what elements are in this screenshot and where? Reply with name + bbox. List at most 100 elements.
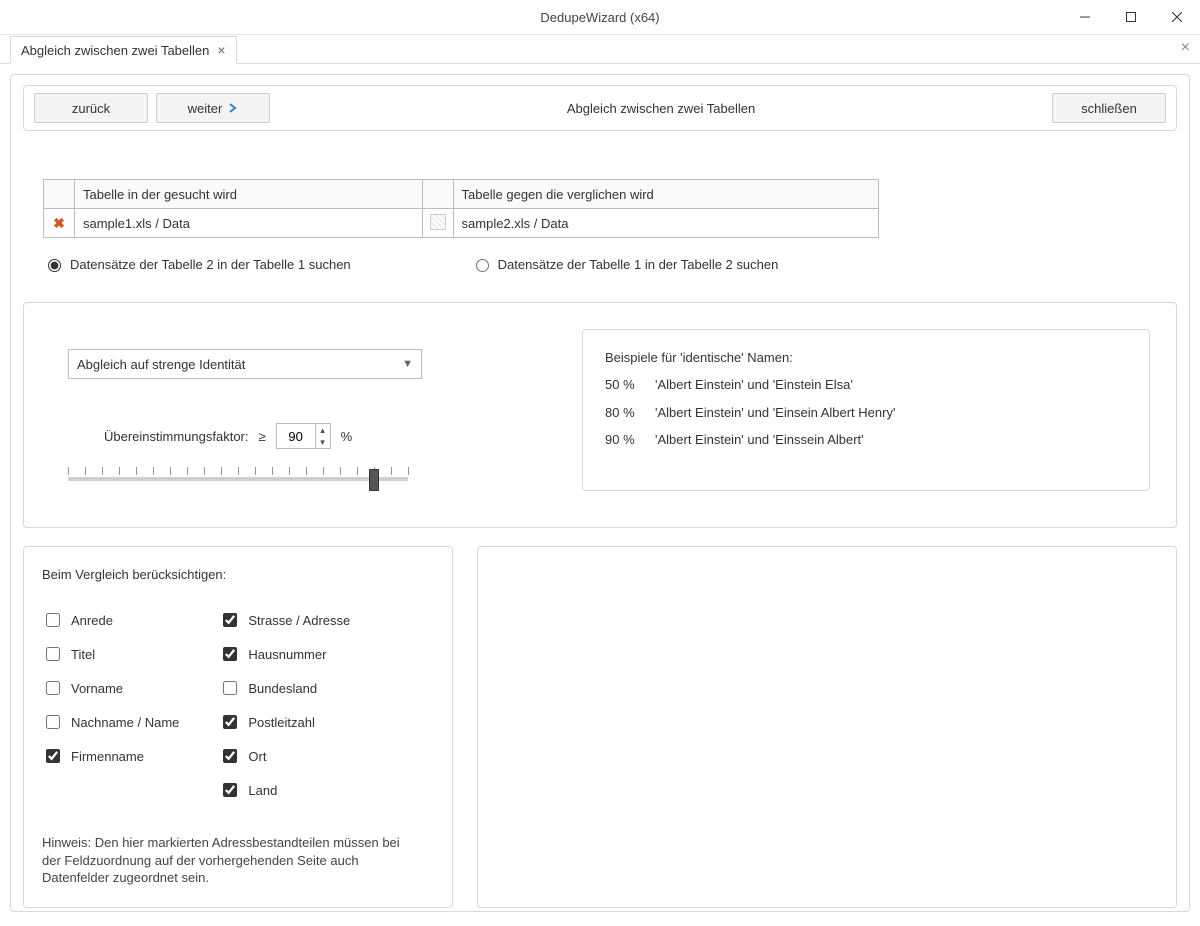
spinner-arrows[interactable]: ▲ ▼	[315, 424, 330, 448]
file2-cell[interactable]: sample2.xls / Data	[453, 209, 878, 238]
radio-search-2-in-1-input[interactable]	[48, 259, 61, 272]
maximize-button[interactable]	[1108, 0, 1154, 34]
checkbox-label: Titel	[71, 647, 95, 662]
checkbox-label: Land	[248, 783, 277, 798]
examples-panel: Beispiele für 'identische' Namen: 50 % '…	[582, 329, 1150, 491]
titlebar: DedupeWizard (x64)	[0, 0, 1200, 35]
checkbox-input[interactable]	[223, 647, 237, 661]
close-button[interactable]	[1154, 0, 1200, 34]
match-factor-op: ≥	[259, 429, 266, 444]
field-checkbox[interactable]: Bundesland	[219, 678, 350, 698]
checkbox-label: Vorname	[71, 681, 123, 696]
search-direction-radios: Datensätze der Tabelle 2 in der Tabelle …	[43, 256, 1157, 272]
back-button[interactable]: zurück	[34, 93, 148, 123]
arrow-down-icon[interactable]: ▼	[316, 436, 330, 448]
field-checkbox[interactable]: Hausnummer	[219, 644, 350, 664]
checkbox-input[interactable]	[46, 715, 60, 729]
checkbox-input[interactable]	[46, 647, 60, 661]
checkbox-label: Ort	[248, 749, 266, 764]
field-checkbox[interactable]: Vorname	[42, 678, 179, 698]
lower-row: Beim Vergleich berücksichtigen: Anrede Ti…	[23, 546, 1177, 908]
main-panel: zurück weiter Abgleich zwischen zwei Tab…	[10, 74, 1190, 912]
chevron-down-icon: ▼	[402, 358, 413, 370]
field-checkbox[interactable]: Strasse / Adresse	[219, 610, 350, 630]
checkbox-label: Anrede	[71, 613, 113, 628]
empty-panel	[477, 546, 1177, 908]
field-checkbox[interactable]: Nachname / Name	[42, 712, 179, 732]
close-icon	[1172, 12, 1182, 22]
example-row: 90 % 'Albert Einstein' und 'Einssein Alb…	[605, 426, 1127, 453]
header-search-in: Tabelle in der gesucht wird	[75, 180, 423, 209]
radio-search-1-in-2[interactable]: Datensätze der Tabelle 1 in der Tabelle …	[471, 256, 779, 272]
checkbox-label: Nachname / Name	[71, 715, 179, 730]
radio-search-1-in-2-input[interactable]	[476, 259, 489, 272]
match-factor-unit: %	[341, 429, 353, 444]
wizard-toolbar: zurück weiter Abgleich zwischen zwei Tab…	[23, 85, 1177, 131]
field-checkbox[interactable]: Anrede	[42, 610, 179, 630]
match-factor-slider[interactable]	[68, 477, 408, 481]
checkbox-label: Strasse / Adresse	[248, 613, 350, 628]
field-checkbox[interactable]: Titel	[42, 644, 179, 664]
example-row: 80 % 'Albert Einstein' und 'Einsein Albe…	[605, 399, 1127, 426]
match-left: Abgleich auf strenge Identität ▼ Überein…	[24, 303, 562, 527]
checkbox-input[interactable]	[223, 681, 237, 695]
close-wizard-button[interactable]: schließen	[1052, 93, 1166, 123]
radio-search-2-in-1[interactable]: Datensätze der Tabelle 2 in der Tabelle …	[43, 256, 351, 272]
header-icon-right	[422, 180, 453, 209]
tab-abgleich[interactable]: Abgleich zwischen zwei Tabellen ×	[10, 36, 237, 64]
checkbox-input[interactable]	[223, 783, 237, 797]
match-factor-label: Übereinstimmungsfaktor:	[104, 429, 249, 444]
checkbox-label: Hausnummer	[248, 647, 326, 662]
tables-section: Tabelle in der gesucht wird Tabelle gege…	[43, 179, 1157, 272]
match-factor-input[interactable]	[277, 429, 315, 444]
checkbox-input[interactable]	[223, 749, 237, 763]
table-row: ✖ sample1.xls / Data sample2.xls / Data	[44, 209, 879, 238]
file1-cell[interactable]: sample1.xls / Data	[75, 209, 423, 238]
checkbox-label: Bundesland	[248, 681, 317, 696]
checkbox-input[interactable]	[223, 715, 237, 729]
checkbox-input[interactable]	[46, 749, 60, 763]
fields-heading: Beim Vergleich berücksichtigen:	[42, 567, 434, 582]
x-icon: ✖	[53, 215, 65, 231]
wizard-step-title: Abgleich zwischen zwei Tabellen	[270, 101, 1052, 116]
header-compare-against: Tabelle gegen die verglichen wird	[453, 180, 878, 209]
tab-close-icon[interactable]: ×	[217, 42, 225, 58]
match-factor-row: Übereinstimmungsfaktor: ≥ ▲ ▼ %	[104, 423, 538, 449]
panel-close-icon[interactable]: ×	[1181, 39, 1190, 57]
remove-row-button[interactable]: ✖	[44, 209, 75, 238]
checkbox-input[interactable]	[223, 613, 237, 627]
tables-grid: Tabelle in der gesucht wird Tabelle gege…	[43, 179, 879, 238]
slider-track	[68, 477, 408, 481]
window-title: DedupeWizard (x64)	[540, 10, 659, 25]
fields-col-left: Anrede Titel Vorname Nachname / Name Firmenn…	[42, 610, 179, 800]
fields-col-right: Strasse / Adresse Hausnummer Bundesland Pos…	[219, 610, 350, 800]
examples-title: Beispiele für 'identische' Namen:	[605, 344, 1127, 371]
chevron-right-icon	[228, 103, 238, 113]
field-checkbox[interactable]: Firmenname	[42, 746, 179, 766]
minimize-button[interactable]	[1062, 0, 1108, 34]
tab-strip: Abgleich zwischen zwei Tabellen × ×	[0, 35, 1200, 64]
example-row: 50 % 'Albert Einstein' und 'Einstein Els…	[605, 371, 1127, 398]
header-icon-left	[44, 180, 75, 209]
field-checkbox[interactable]: Ort	[219, 746, 350, 766]
field-checkbox[interactable]: Postleitzahl	[219, 712, 350, 732]
checkbox-input[interactable]	[46, 681, 60, 695]
next-button[interactable]: weiter	[156, 93, 270, 123]
tab-label: Abgleich zwischen zwei Tabellen	[21, 43, 209, 58]
match-right: Beispiele für 'identische' Namen: 50 % '…	[562, 303, 1176, 527]
match-method-select[interactable]: Abgleich auf strenge Identität ▼	[68, 349, 422, 379]
fields-hint: Hinweis: Den hier markierten Adressbesta…	[42, 834, 422, 887]
arrow-up-icon[interactable]: ▲	[316, 424, 330, 436]
file2-icon-cell[interactable]	[422, 209, 453, 238]
match-factor-spinner[interactable]: ▲ ▼	[276, 423, 331, 449]
checkbox-label: Firmenname	[71, 749, 144, 764]
slider-thumb[interactable]	[369, 469, 379, 491]
maximize-icon	[1126, 12, 1136, 22]
slider-ticks	[68, 471, 408, 487]
checkbox-input[interactable]	[46, 613, 60, 627]
match-settings-panel: Abgleich auf strenge Identität ▼ Überein…	[23, 302, 1177, 528]
checkbox-label: Postleitzahl	[248, 715, 314, 730]
fields-columns: Anrede Titel Vorname Nachname / Name Firmenn…	[42, 610, 434, 800]
window-controls	[1062, 0, 1200, 34]
field-checkbox[interactable]: Land	[219, 780, 350, 800]
